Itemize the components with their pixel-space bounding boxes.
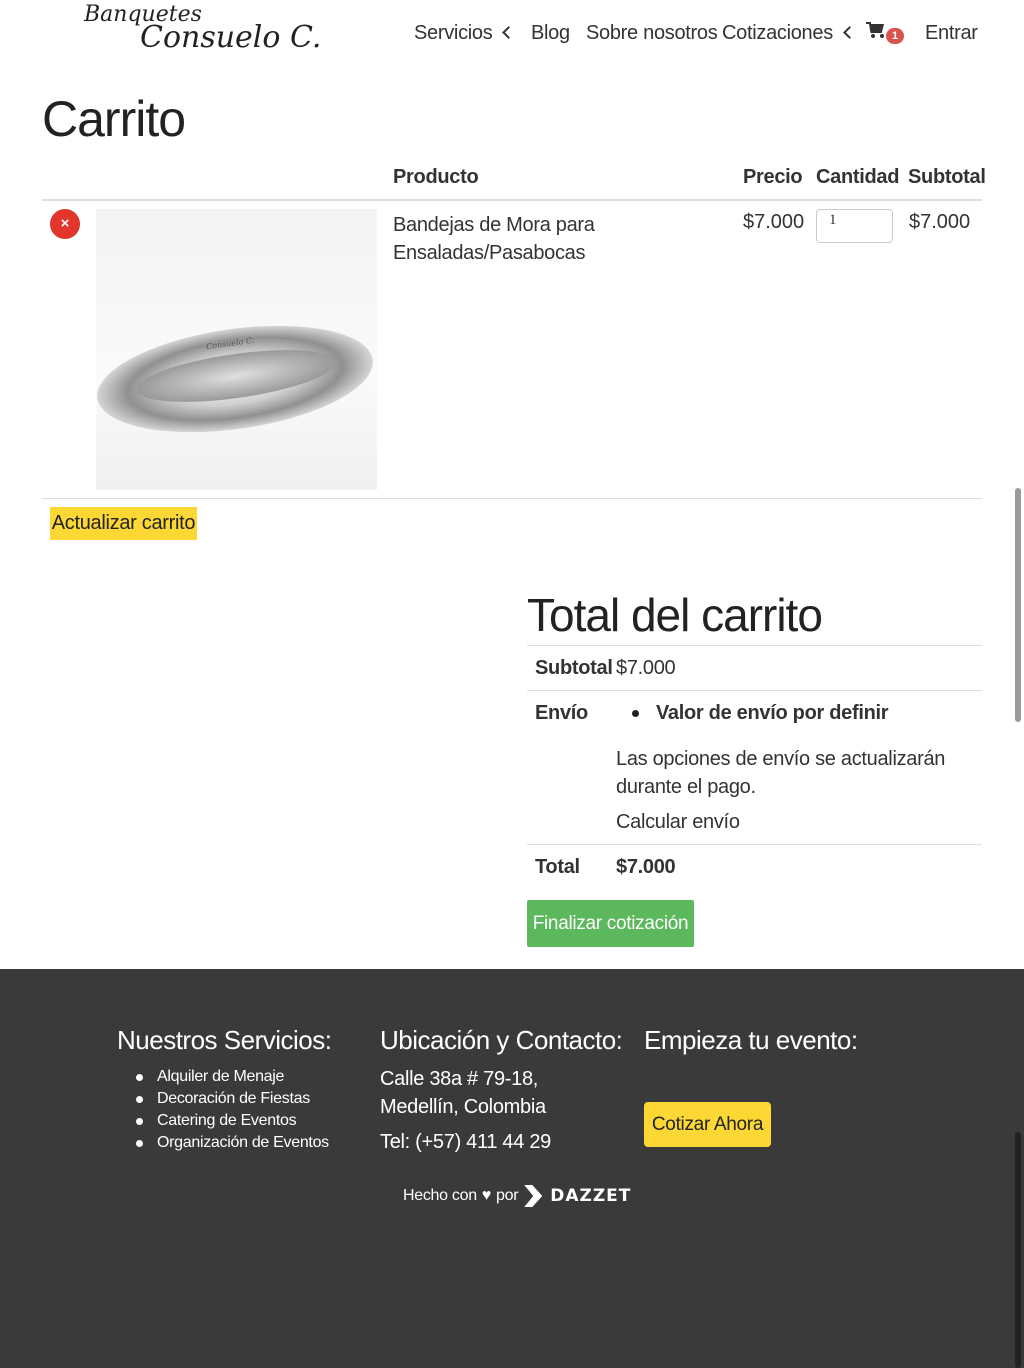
table-row-divider: [42, 498, 982, 499]
totals-divider: [527, 690, 982, 691]
totals-subtotal-value: $7.000: [616, 657, 676, 679]
cart-count-badge: 1: [886, 28, 904, 44]
nav-servicios-label: Servicios: [414, 22, 493, 44]
list-item[interactable]: Decoración de Fiestas: [136, 1088, 329, 1110]
dazzet-brand: DAZZET: [550, 1186, 632, 1206]
nav-blog[interactable]: Blog: [531, 22, 570, 45]
product-name-link[interactable]: Bandejas de Mora para Ensaladas/Pasaboca…: [393, 211, 713, 267]
totals-subtotal-label: Subtotal: [535, 657, 613, 679]
col-header-subtotal: Subtotal: [908, 166, 986, 188]
nav-entrar[interactable]: Entrar: [925, 22, 978, 45]
col-header-product: Producto: [393, 166, 479, 188]
credit-prefix: Hecho con: [403, 1187, 477, 1204]
nav-sobre-nosotros[interactable]: Sobre nosotros: [586, 22, 718, 45]
chevron-left-icon: [843, 26, 856, 39]
footer-services-list: Alquiler de Menaje Decoración de Fiestas…: [136, 1066, 329, 1154]
totals-total-label: Total: [535, 856, 580, 878]
nav-cotizaciones[interactable]: Cotizaciones: [722, 22, 856, 45]
col-header-quantity: Cantidad: [816, 166, 900, 188]
cart-totals-title: Total del carrito: [527, 589, 823, 641]
footer-start-title: Empieza tu evento:: [644, 1025, 858, 1055]
shipping-note: Las opciones de envío se actualizarán du…: [616, 748, 946, 798]
checkout-button[interactable]: Finalizar cotización: [527, 900, 694, 947]
list-item[interactable]: Alquiler de Menaje: [136, 1066, 329, 1088]
nav-servicios[interactable]: Servicios: [414, 22, 516, 45]
nav-cart[interactable]: 1: [866, 22, 904, 44]
list-item[interactable]: Catering de Eventos: [136, 1110, 329, 1132]
totals-divider: [527, 645, 982, 646]
product-subtotal: $7.000: [909, 211, 971, 233]
site-header: Banquetes Consuelo C. Servicios Blog Sob…: [0, 0, 1024, 72]
remove-item-button[interactable]: ×: [50, 209, 80, 239]
footer-services-title: Nuestros Servicios:: [117, 1025, 332, 1055]
site-logo[interactable]: Banquetes Consuelo C.: [72, 2, 322, 64]
quote-now-button[interactable]: Cotizar Ahora: [644, 1102, 771, 1147]
footer-credit[interactable]: Hecho con ♥ por DAZZET: [403, 1185, 631, 1207]
dazzet-logo-icon: [524, 1185, 543, 1207]
footer-address: Calle 38a # 79-18, Medellín, Colombia: [380, 1068, 546, 1118]
update-cart-button[interactable]: Actualizar carrito: [50, 507, 197, 540]
credit-by: por: [496, 1187, 519, 1204]
nav-cotizaciones-label: Cotizaciones: [722, 22, 833, 44]
quantity-input[interactable]: 1: [816, 209, 893, 243]
heart-icon: ♥: [481, 1187, 492, 1204]
product-price: $7.000: [743, 211, 805, 233]
shipping-label: Envío: [535, 702, 588, 724]
site-footer: Nuestros Servicios: Alquiler de Menaje D…: [0, 969, 1024, 1368]
table-header-divider: [42, 199, 982, 201]
shopping-cart-icon: [866, 22, 886, 38]
product-thumbnail[interactable]: Consuelo C.: [96, 209, 377, 490]
totals-divider: [527, 844, 982, 845]
totals-total-value: $7.000: [616, 856, 676, 878]
chevron-left-icon: [502, 26, 516, 39]
list-item[interactable]: Organización de Eventos: [136, 1132, 329, 1154]
footer-phone[interactable]: Tel: (+57) 411 44 29: [380, 1131, 551, 1154]
shipping-option: Valor de envío por definir: [656, 702, 889, 724]
scrollbar-thumb[interactable]: [1015, 488, 1021, 722]
scrollbar-thumb-footer[interactable]: [1015, 1132, 1021, 1368]
footer-contact-title: Ubicación y Contacto:: [380, 1025, 623, 1055]
logo-line2: Consuelo C.: [140, 20, 322, 55]
bullet-icon: [632, 710, 639, 717]
calculate-shipping-link[interactable]: Calcular envío: [616, 811, 740, 834]
col-header-price: Precio: [743, 166, 803, 188]
page-title: Carrito: [42, 91, 186, 147]
